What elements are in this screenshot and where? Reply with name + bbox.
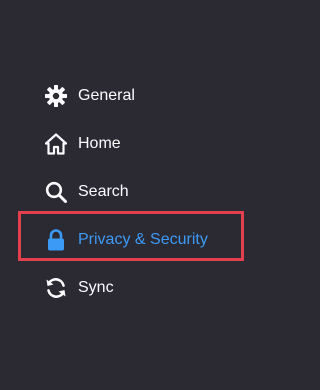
- search-icon: [44, 180, 68, 204]
- category-list: General Home Search Privacy & Security S…: [0, 71, 264, 311]
- gear-icon: [44, 84, 68, 108]
- sidebar-item-sync[interactable]: Sync: [0, 263, 264, 311]
- sync-icon: [44, 276, 68, 300]
- sidebar-item-label: Search: [78, 183, 129, 200]
- sidebar-item-label: General: [78, 87, 135, 104]
- sidebar-item-home[interactable]: Home: [0, 119, 264, 167]
- sidebar-item-general[interactable]: General: [0, 71, 264, 119]
- sidebar-item-search[interactable]: Search: [0, 167, 264, 215]
- lock-icon: [44, 228, 68, 252]
- settings-sidebar: General Home Search Privacy & Security S…: [0, 0, 264, 390]
- sidebar-item-label: Home: [78, 135, 121, 152]
- home-icon: [44, 132, 68, 156]
- sidebar-item-privacy-security[interactable]: Privacy & Security: [0, 215, 264, 263]
- sidebar-item-label: Privacy & Security: [78, 231, 208, 248]
- sidebar-item-label: Sync: [78, 279, 114, 296]
